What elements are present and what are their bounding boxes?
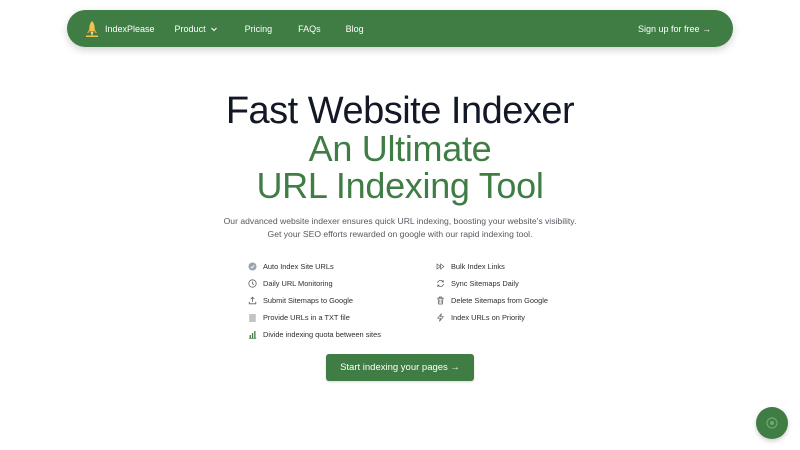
list-icon xyxy=(249,314,256,322)
brand[interactable]: IndexPlease xyxy=(85,20,155,38)
hero-title: Fast Website Indexer xyxy=(225,90,575,132)
hero-description: Our advanced website indexer ensures qui… xyxy=(0,215,800,241)
feature-label: Auto Index Site URLs xyxy=(263,262,334,271)
feature-divide-quota: Divide indexing quota between sites xyxy=(248,330,381,339)
hero-description-line2: Get your SEO efforts rewarded on google … xyxy=(267,229,533,239)
feature-delete-sitemaps: Delete Sitemaps from Google xyxy=(436,296,548,305)
nav-blog[interactable]: Blog xyxy=(346,24,364,34)
hero-subtitle-line2: URL Indexing Tool xyxy=(256,165,544,206)
rocket-logo-icon xyxy=(85,20,99,38)
top-navbar: IndexPlease Product Pricing FAQs Blog Si… xyxy=(67,10,733,47)
brand-name: IndexPlease xyxy=(105,23,155,34)
upload-icon xyxy=(248,296,257,305)
feature-label: Daily URL Monitoring xyxy=(263,279,333,288)
trash-icon xyxy=(437,296,444,305)
chat-widget-icon xyxy=(766,417,778,429)
nav-faqs[interactable]: FAQs xyxy=(298,24,321,34)
feature-daily-monitoring: Daily URL Monitoring xyxy=(248,279,333,288)
nav-product[interactable]: Product xyxy=(175,24,218,34)
nav-product-label: Product xyxy=(174,23,206,34)
feature-txt-file: Provide URLs in a TXT file xyxy=(248,313,350,322)
start-indexing-button[interactable]: Start indexing your pages → xyxy=(326,354,474,381)
signup-link[interactable]: Sign up for free → xyxy=(638,24,711,34)
clock-icon xyxy=(248,279,257,288)
feature-bulk-index: Bulk Index Links xyxy=(436,262,505,271)
feature-label: Bulk Index Links xyxy=(451,262,505,271)
hero-section: Fast Website Indexer An Ultimate URL Ind… xyxy=(0,92,800,241)
feature-label: Provide URLs in a TXT file xyxy=(263,313,350,322)
lightning-icon xyxy=(436,313,445,322)
feature-label: Sync Sitemaps Daily xyxy=(451,279,519,288)
hero-description-line1: Our advanced website indexer ensures qui… xyxy=(223,216,577,226)
nav-pricing[interactable]: Pricing xyxy=(245,24,273,34)
sync-icon xyxy=(437,279,444,288)
nav-links: Product Pricing FAQs Blog xyxy=(175,24,364,34)
hero-subtitle-line1: An Ultimate xyxy=(308,128,492,169)
feature-label: Index URLs on Priority xyxy=(451,313,525,322)
auto-index-icon xyxy=(248,262,257,271)
feature-auto-index: Auto Index Site URLs xyxy=(248,262,334,271)
feature-label: Submit Sitemaps to Google xyxy=(263,296,353,305)
chevron-down-icon xyxy=(210,27,217,31)
feature-label: Divide indexing quota between sites xyxy=(263,330,381,339)
bar-chart-icon xyxy=(249,331,257,339)
feature-sync-sitemaps: Sync Sitemaps Daily xyxy=(436,279,519,288)
chat-widget-button[interactable] xyxy=(756,407,788,439)
feature-priority-index: Index URLs on Priority xyxy=(436,313,525,322)
feature-submit-sitemaps: Submit Sitemaps to Google xyxy=(248,296,353,305)
feature-label: Delete Sitemaps from Google xyxy=(451,296,548,305)
fast-forward-icon xyxy=(436,263,445,270)
